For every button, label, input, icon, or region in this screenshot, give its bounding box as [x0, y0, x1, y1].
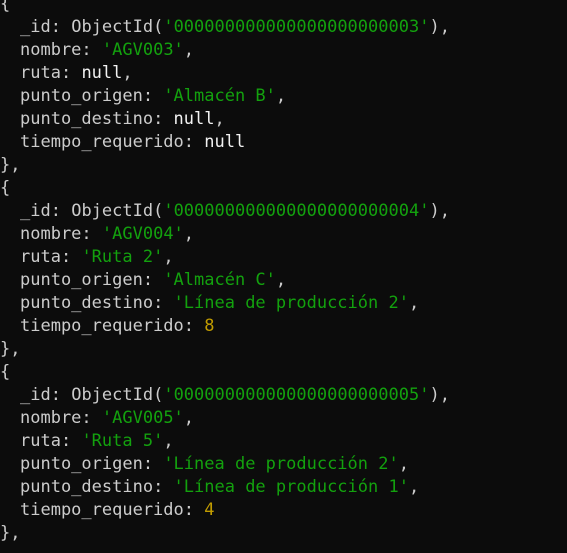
field-key: tiempo_requerido — [20, 500, 184, 520]
field-line-nombre: nombre: 'AGV005', — [20, 408, 195, 428]
objectid-close-paren: ) — [429, 201, 440, 221]
field-comma: , — [439, 385, 450, 405]
field-comma: , — [214, 109, 225, 129]
objectid-value: '000000000000000000000005' — [163, 385, 430, 405]
field-comma: , — [183, 224, 195, 244]
field-comma: , — [275, 270, 287, 290]
field-comma: , — [163, 431, 174, 451]
field-value: 'AGV004' — [101, 224, 184, 244]
field-value: 8 — [204, 316, 215, 336]
field-key: punto_origen — [20, 454, 143, 474]
field-line-punto-origen: punto_origen: 'Almacén C', — [20, 270, 287, 290]
field-line-tiempo-requerido: tiempo_requerido: 8 — [20, 316, 215, 336]
document-close-brace: }, — [0, 338, 567, 361]
objectid-close-paren: ) — [429, 17, 440, 37]
objectid-value: '000000000000000000000003' — [163, 17, 430, 37]
field-comma: , — [183, 408, 195, 428]
field-comma: , — [408, 293, 420, 313]
objectid-function: ObjectId( — [71, 385, 164, 405]
field-comma: , — [275, 86, 287, 106]
open-brace: { — [0, 0, 11, 14]
field-key: punto_origen — [20, 86, 143, 106]
field-value: 'Ruta 2' — [81, 247, 164, 267]
open-brace: { — [0, 178, 11, 198]
field-value: 'Ruta 5' — [81, 431, 164, 451]
field-key: ruta — [20, 247, 61, 267]
field-value: null — [173, 109, 215, 129]
field-line-ruta: ruta: 'Ruta 2', — [20, 247, 174, 267]
field-line-ruta: ruta: 'Ruta 5', — [20, 431, 174, 451]
field-key: _id — [20, 385, 51, 405]
field-key: punto_destino — [20, 109, 154, 129]
objectid-value: '000000000000000000000004' — [163, 201, 430, 221]
field-line--id: _id: ObjectId('000000000000000000000005'… — [20, 385, 450, 405]
field-key: tiempo_requerido — [20, 132, 184, 152]
field-value: 'Línea de producción 2' — [163, 454, 399, 474]
field-key: tiempo_requerido — [20, 316, 184, 336]
field-key: punto_destino — [20, 477, 154, 497]
document-open-brace: { — [0, 0, 567, 16]
field-value: 4 — [204, 500, 215, 520]
field-comma: , — [439, 17, 450, 37]
field-line-punto-destino: punto_destino: 'Línea de producción 1', — [20, 477, 420, 497]
field-key: nombre — [20, 224, 82, 244]
field-key: punto_destino — [20, 293, 154, 313]
objectid-function: ObjectId( — [71, 201, 164, 221]
field-comma: , — [408, 477, 420, 497]
field-line-punto-destino: punto_destino: null, — [20, 109, 225, 129]
field-line-punto-destino: punto_destino: 'Línea de producción 2', — [20, 293, 420, 313]
field-comma: , — [122, 63, 133, 83]
field-line-tiempo-requerido: tiempo_requerido: 4 — [20, 500, 215, 520]
close-brace: }, — [0, 155, 21, 175]
document-close-brace: }, — [0, 522, 567, 545]
field-line-punto-origen: punto_origen: 'Almacén B', — [20, 86, 287, 106]
field-comma: , — [163, 247, 174, 267]
field-comma: , — [183, 40, 195, 60]
field-line-tiempo-requerido: tiempo_requerido: null — [20, 132, 246, 152]
document-close-brace: }, — [0, 154, 567, 177]
open-brace: { — [0, 362, 11, 382]
field-line--id: _id: ObjectId('000000000000000000000004'… — [20, 201, 450, 221]
field-line-nombre: nombre: 'AGV003', — [20, 40, 195, 60]
field-key: ruta — [20, 63, 61, 83]
field-line--id: _id: ObjectId('000000000000000000000003'… — [20, 17, 450, 37]
document-open-brace: { — [0, 361, 567, 384]
field-key: nombre — [20, 408, 82, 428]
objectid-close-paren: ) — [429, 385, 440, 405]
document-open-brace: { — [0, 177, 567, 200]
close-brace: }, — [0, 339, 21, 359]
field-value: 'AGV003' — [101, 40, 184, 60]
field-key: nombre — [20, 40, 82, 60]
field-line-ruta: ruta: null, — [20, 63, 133, 83]
field-value: null — [204, 132, 246, 152]
field-value: 'Almacén C' — [163, 270, 276, 290]
field-key: _id — [20, 201, 51, 221]
field-value: 'Línea de producción 1' — [173, 477, 409, 497]
terminal-output: { _id: ObjectId('000000000000000000000003… — [0, 0, 567, 545]
field-comma: , — [439, 201, 450, 221]
field-value: 'Línea de producción 2' — [173, 293, 409, 313]
field-key: ruta — [20, 431, 61, 451]
field-line-punto-origen: punto_origen: 'Línea de producción 2', — [20, 454, 409, 474]
field-value: 'AGV005' — [101, 408, 184, 428]
field-value: 'Almacén B' — [163, 86, 276, 106]
objectid-function: ObjectId( — [71, 17, 164, 37]
field-key: _id — [20, 17, 51, 37]
field-line-nombre: nombre: 'AGV004', — [20, 224, 195, 244]
field-key: punto_origen — [20, 270, 143, 290]
close-brace: }, — [0, 523, 21, 543]
field-comma: , — [398, 454, 409, 474]
field-value: null — [81, 63, 123, 83]
